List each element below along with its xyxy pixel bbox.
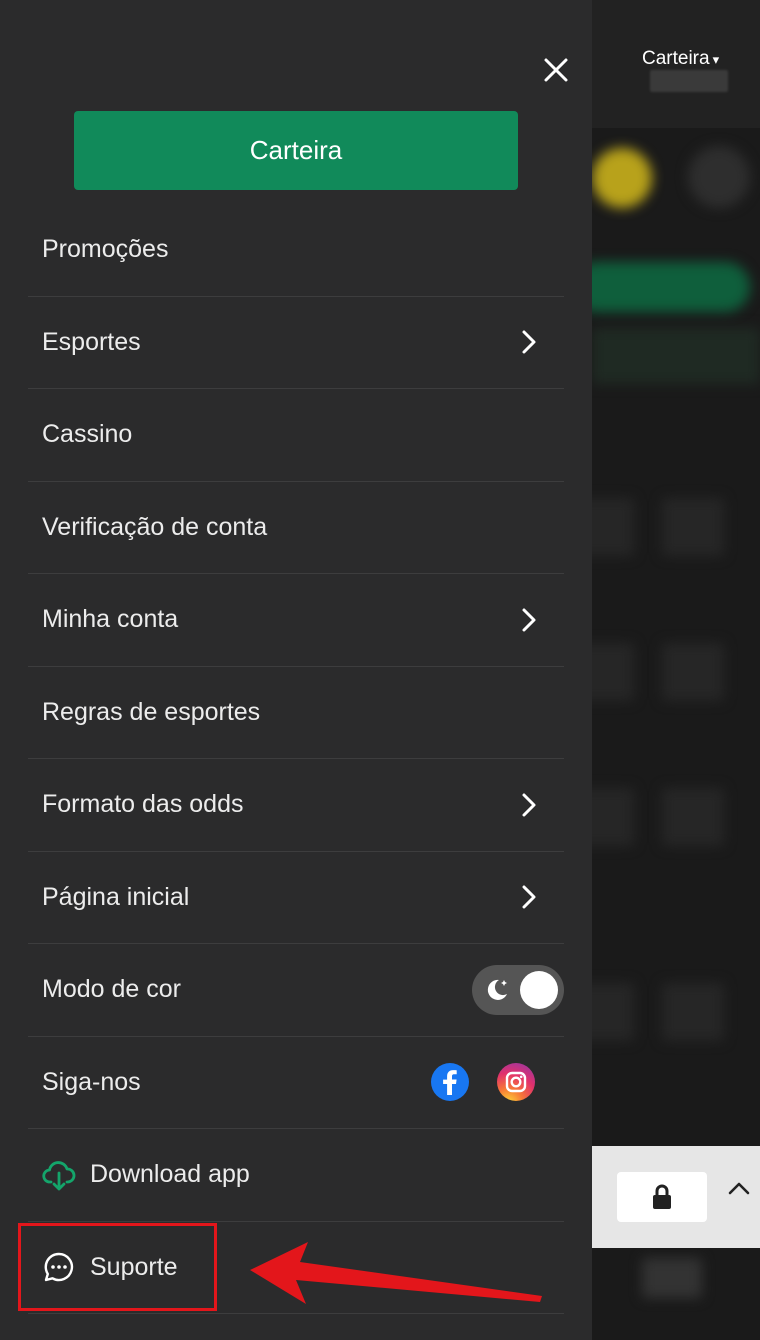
facebook-icon[interactable] [430, 1062, 470, 1102]
chevron-right-icon [522, 793, 536, 817]
menu-item-label: Siga-nos [42, 1067, 141, 1096]
moon-icon [487, 979, 507, 1000]
chevron-up-icon[interactable] [726, 1176, 752, 1202]
side-drawer: Carteira Promoções Esportes Cassino Veri… [0, 0, 592, 1340]
bg-odds-cell [592, 643, 634, 701]
bg-avatar-yellow [592, 148, 652, 208]
bg-green-button [592, 262, 750, 312]
menu-item-minha-conta[interactable]: Minha conta [28, 574, 564, 667]
toggle-knob [520, 970, 558, 1009]
wallet-dropdown-label: Carteira [642, 48, 710, 69]
menu-item-cassino[interactable]: Cassino [28, 389, 564, 482]
menu-item-label: Esportes [42, 327, 141, 356]
menu-item-label: Verificação de conta [42, 512, 268, 541]
annotation-arrow-icon [250, 1242, 542, 1304]
chevron-right-icon [522, 330, 536, 354]
annotation-highlight-box [18, 1223, 217, 1311]
bg-odds-cell [662, 788, 724, 846]
dark-mode-toggle[interactable] [472, 964, 564, 1015]
wallet-dropdown[interactable]: Carteira ▾ [642, 48, 719, 70]
bet-slip-bar [592, 1146, 760, 1248]
lock-button[interactable] [617, 1172, 707, 1222]
menu-item-label: Promoções [42, 235, 169, 264]
menu-item-regras-de-esportes[interactable]: Regras de esportes [28, 667, 564, 759]
menu-item-verificacao-de-conta[interactable]: Verificação de conta [28, 482, 564, 574]
drawer-menu: Promoções Esportes Cassino Verificação d… [28, 204, 564, 1314]
cloud-download-icon [42, 1160, 76, 1191]
bg-tab-bar [592, 328, 760, 384]
menu-item-label: Página inicial [42, 882, 190, 911]
menu-item-modo-de-cor: Modo de cor [28, 944, 564, 1037]
menu-item-esportes[interactable]: Esportes [28, 297, 564, 389]
bg-odds-cell [662, 983, 724, 1041]
menu-item-label: Cassino [42, 420, 133, 449]
close-icon[interactable] [536, 50, 576, 90]
bg-odds-cell [592, 983, 634, 1041]
menu-item-siga-nos: Siga-nos [28, 1037, 564, 1129]
bg-odds-cell [592, 498, 634, 556]
wallet-button[interactable]: Carteira [74, 111, 518, 190]
instagram-icon[interactable] [496, 1062, 536, 1102]
bg-odds-cell [592, 788, 634, 846]
social-links [430, 1062, 536, 1102]
wallet-balance-masked [650, 70, 728, 92]
bg-odds-cell [662, 643, 724, 701]
bg-nav-icon [642, 1258, 702, 1298]
menu-item-label: Modo de cor [42, 975, 181, 1004]
menu-item-pagina-inicial[interactable]: Página inicial [28, 852, 564, 944]
chevron-right-icon [522, 608, 536, 632]
menu-item-label: Regras de esportes [42, 697, 261, 726]
bg-avatar-dark [688, 146, 750, 208]
menu-item-formato-das-odds[interactable]: Formato das odds [28, 759, 564, 852]
menu-item-label: Minha conta [42, 605, 179, 634]
caret-down-icon: ▾ [712, 52, 720, 67]
menu-item-label: Formato das odds [42, 790, 244, 819]
menu-item-download-app[interactable]: Download app [28, 1129, 564, 1222]
menu-item-label: Download app [90, 1160, 250, 1189]
menu-item-promocoes[interactable]: Promoções [28, 204, 564, 297]
bg-odds-cell [662, 498, 724, 556]
lock-icon [653, 1184, 671, 1209]
chevron-right-icon [522, 885, 536, 909]
